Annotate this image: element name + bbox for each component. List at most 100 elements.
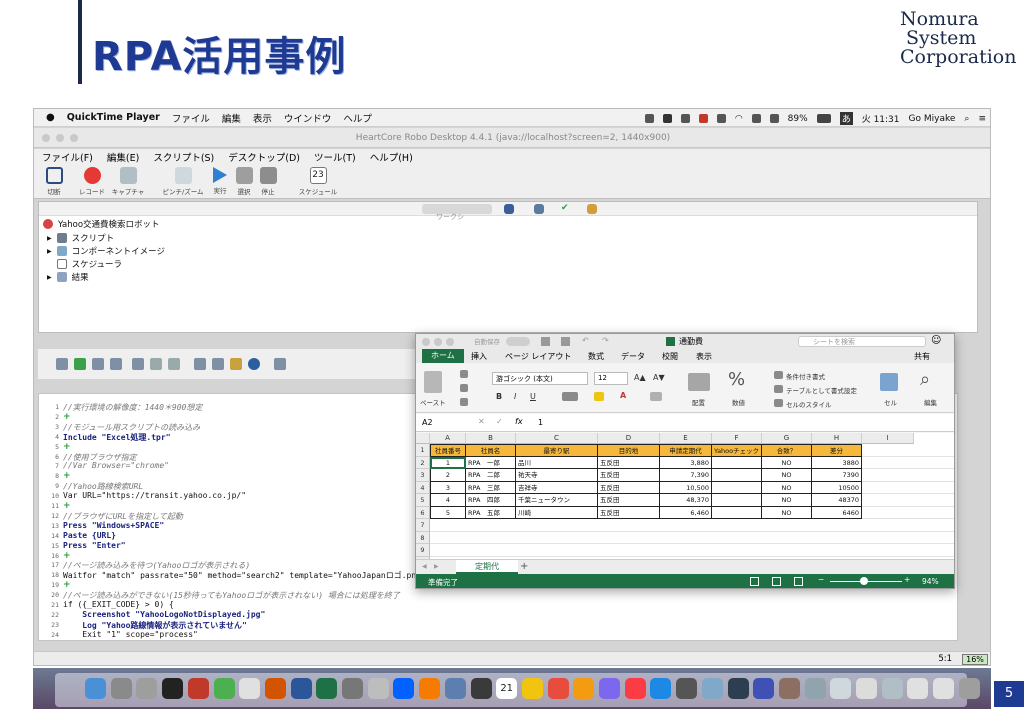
row-header[interactable]: 5 <box>416 494 430 507</box>
tree-item-scheduler[interactable]: ▶ スケジューラ <box>47 258 122 270</box>
code-line[interactable]: + <box>63 551 71 561</box>
data-cell[interactable]: 五反田 <box>598 469 660 482</box>
column-header[interactable]: H <box>812 433 862 444</box>
header-cell[interactable]: Yahooチェック <box>712 444 762 457</box>
music-icon[interactable] <box>624 678 646 699</box>
worksheet-tab[interactable]: ワークシ <box>422 204 492 221</box>
normal-view-icon[interactable] <box>750 577 759 586</box>
app-menu-help[interactable]: ヘルプ(H) <box>370 150 413 164</box>
tree-root[interactable]: Yahoo交通費検索ロボット <box>43 218 160 230</box>
data-cell[interactable]: RPA 五郎 <box>466 506 516 519</box>
undo-icon[interactable] <box>150 358 162 370</box>
underline-button[interactable]: U <box>530 392 536 401</box>
notification-center-icon[interactable]: ≡ <box>978 114 986 124</box>
border-icon[interactable] <box>562 392 578 401</box>
app-icon[interactable] <box>778 678 800 699</box>
select-all-corner[interactable] <box>416 433 430 444</box>
folder-icon[interactable] <box>830 678 852 699</box>
code-line[interactable]: Press "Enter" <box>63 541 126 550</box>
data-cell[interactable]: RPA 四郎 <box>466 494 516 507</box>
dropbox-icon[interactable] <box>393 678 415 699</box>
row-header[interactable]: 6 <box>416 506 430 519</box>
home-icon[interactable] <box>541 337 550 346</box>
cell-style-button[interactable]: セルのスタイル <box>786 399 832 409</box>
paste-icon[interactable] <box>424 371 442 393</box>
battery-icon[interactable] <box>816 114 831 123</box>
data-cell[interactable]: 48370 <box>812 494 862 507</box>
vpn-icon[interactable] <box>753 678 775 699</box>
minimize-button[interactable] <box>56 134 64 142</box>
tab-formulas[interactable]: 数式 <box>588 351 604 362</box>
app-menu-script[interactable]: スクリプト(S) <box>153 150 214 164</box>
row-header[interactable]: 2 <box>416 456 430 469</box>
finder-icon[interactable] <box>85 678 106 699</box>
page-layout-icon[interactable] <box>772 577 781 586</box>
tool-icon[interactable] <box>676 678 698 699</box>
sheet-next-icon[interactable]: ▶ <box>434 563 439 570</box>
appstore-icon[interactable] <box>650 678 672 699</box>
expand-arrow-icon[interactable]: ▶ <box>47 248 52 255</box>
name-box[interactable]: A2 <box>422 418 433 427</box>
notes-icon[interactable] <box>698 114 708 123</box>
formula-enter-icon[interactable]: ✓ <box>496 417 503 426</box>
data-cell[interactable]: 3880 <box>812 456 862 469</box>
stop-button[interactable]: 停止 <box>248 167 288 196</box>
header-cell[interactable]: 申請定期代 <box>660 444 712 457</box>
italic-button[interactable]: I <box>514 392 516 401</box>
code-line[interactable]: Var URL="https://transit.yahoo.co.jp/" <box>63 491 246 500</box>
code-line[interactable]: + <box>63 580 71 590</box>
excel-icon[interactable] <box>316 678 338 699</box>
data-cell[interactable]: NO <box>762 494 812 507</box>
status-icon[interactable] <box>644 114 654 123</box>
font-shrink-icon[interactable]: A▼ <box>653 373 665 382</box>
calendar-icon[interactable]: 21 <box>496 678 518 699</box>
photos-icon[interactable] <box>470 678 492 699</box>
data-cell[interactable]: RPA 一郎 <box>466 456 516 469</box>
zoom-out-icon[interactable]: − <box>818 575 824 584</box>
data-cell[interactable]: 48,370 <box>660 494 712 507</box>
expand-arrow-icon[interactable]: ▶ <box>47 235 52 242</box>
code-line[interactable]: + <box>63 442 71 452</box>
tree-item-result[interactable]: ▶ 結果 <box>47 271 89 283</box>
smiley-icon[interactable]: ☺ <box>931 335 941 346</box>
sheet-prev-icon[interactable]: ◀ <box>422 563 427 570</box>
format-icon[interactable] <box>274 358 286 370</box>
column-header[interactable]: G <box>762 433 812 444</box>
app-menu-edit[interactable]: 編集(E) <box>107 150 139 164</box>
data-cell[interactable]: 6,460 <box>660 506 712 519</box>
column-header[interactable]: D <box>598 433 660 444</box>
menu-edit[interactable]: 編集 <box>222 111 241 125</box>
data-cell[interactable]: 2 <box>430 469 466 482</box>
schedule-button[interactable]: 23 スケジュール <box>292 167 344 196</box>
data-cell[interactable]: RPA 三郎 <box>466 481 516 494</box>
spotlight-icon[interactable]: ⌕ <box>964 114 969 124</box>
formula-cancel-icon[interactable]: ✕ <box>478 417 485 426</box>
code-line[interactable]: Paste {URL} <box>63 531 116 540</box>
sheet-search-input[interactable]: シートを検索 <box>798 336 926 347</box>
capture-button[interactable]: キャプチャ <box>108 167 148 196</box>
magnifier-icon[interactable]: ⌕ <box>920 369 930 390</box>
header-cell[interactable]: 社員番号 <box>430 444 466 457</box>
data-cell[interactable]: NO <box>762 469 812 482</box>
undo-icon[interactable]: ↶ <box>582 336 589 345</box>
column-header[interactable]: E <box>660 433 712 444</box>
input-mode[interactable]: あ <box>839 112 853 125</box>
wifi-icon[interactable]: ◠ <box>735 114 743 124</box>
code-line[interactable]: Waitfor "match" passrate="50" method="se… <box>63 570 426 581</box>
row-header[interactable]: 4 <box>416 481 430 494</box>
data-cell[interactable]: 5 <box>430 506 466 519</box>
font-grow-icon[interactable]: A▲ <box>634 373 646 382</box>
minimize-button[interactable] <box>434 338 442 346</box>
system-prefs-icon[interactable] <box>110 678 132 699</box>
app-menu-file[interactable]: ファイル(F) <box>42 150 93 164</box>
data-cell[interactable]: 7390 <box>812 469 862 482</box>
data-cell[interactable]: 7,390 <box>660 469 712 482</box>
close-button[interactable] <box>42 134 50 142</box>
tree-item-script[interactable]: ▶ スクリプト <box>47 232 114 244</box>
tab-review[interactable]: 校閲 <box>662 351 678 362</box>
safari-icon[interactable] <box>239 678 261 699</box>
data-cell[interactable] <box>712 469 762 482</box>
data-cell[interactable]: NO <box>762 506 812 519</box>
data-cell[interactable]: 10500 <box>812 481 862 494</box>
spreadsheet-grid[interactable]: ABCDEFGHI12345678910社員番号社員名最寄り駅目的地申請定期代Y… <box>416 433 954 559</box>
